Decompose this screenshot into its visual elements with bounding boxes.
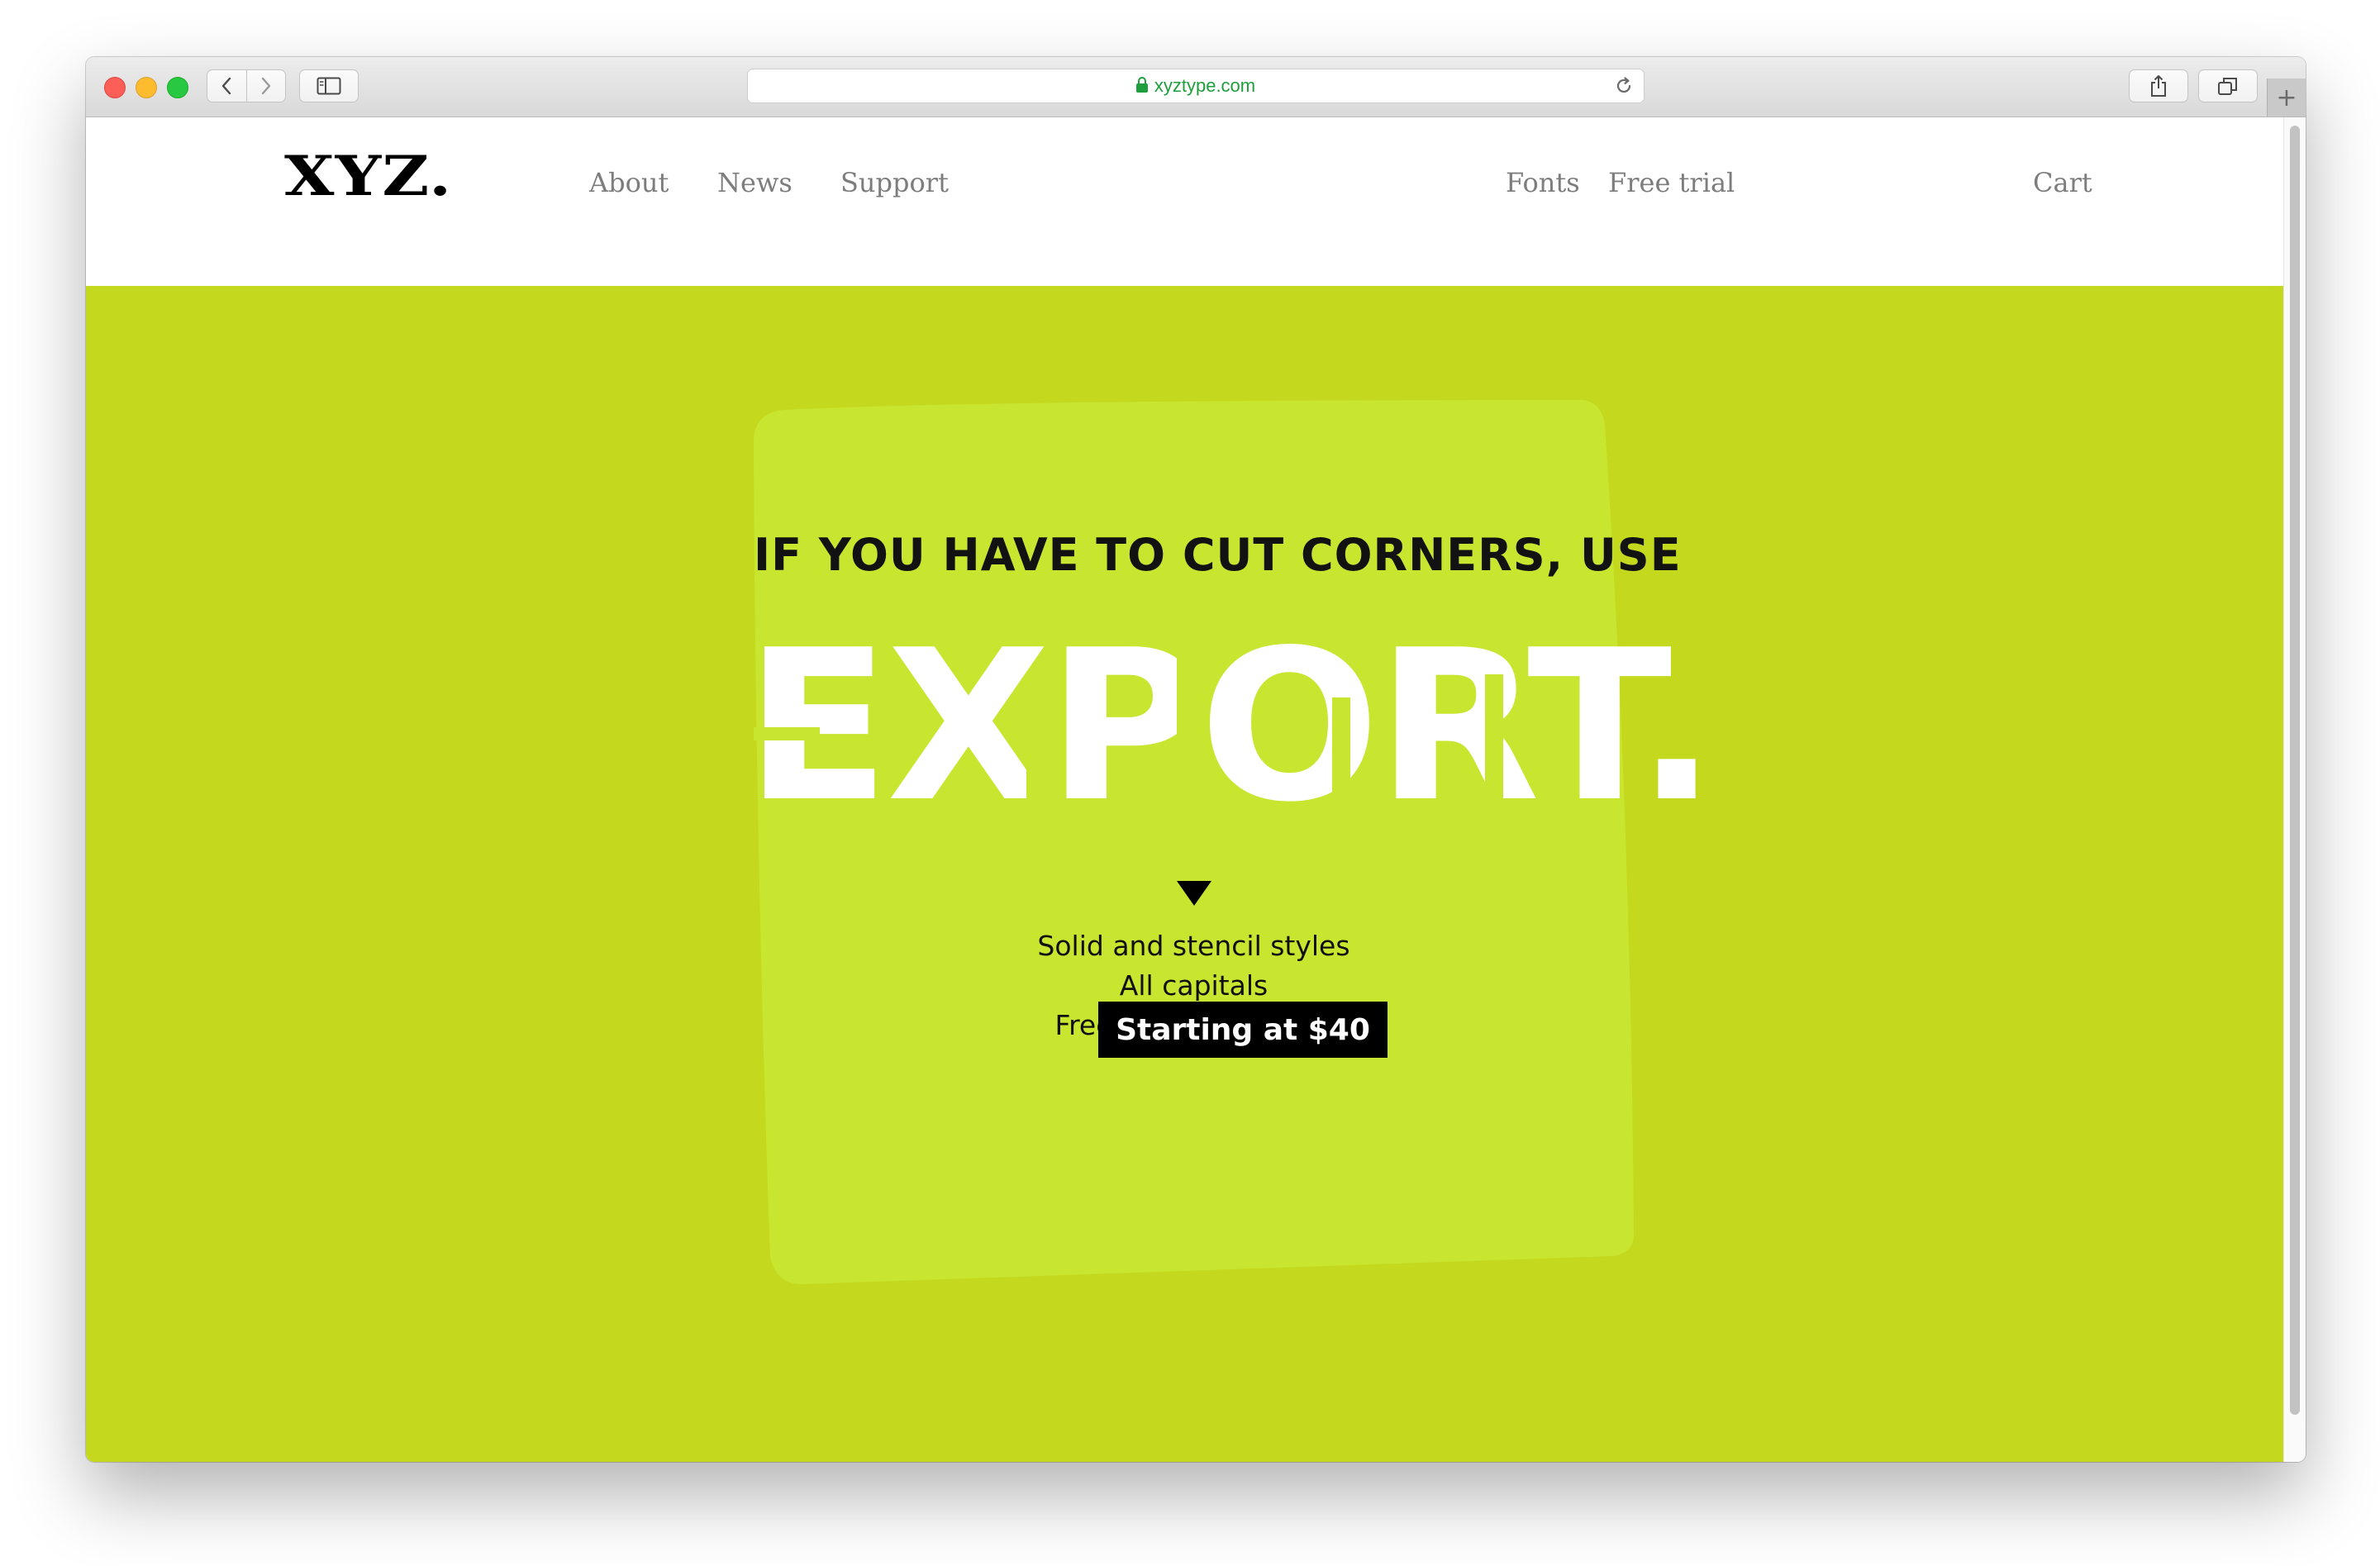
url-label: xyztype.com (1154, 75, 1256, 96)
close-window-button[interactable] (104, 77, 126, 98)
nav-link-news[interactable]: News (717, 167, 793, 198)
forward-button[interactable] (245, 70, 286, 102)
reload-icon (1616, 77, 1631, 93)
show-tabs-button[interactable] (2198, 69, 2258, 102)
browser-window: xyztype.com + XYZ. About News Support Fo… (86, 57, 2306, 1462)
chevron-left-icon (222, 77, 231, 95)
zoom-window-button[interactable] (167, 77, 188, 98)
nav-link-support[interactable]: Support (840, 167, 949, 198)
page-viewport: XYZ. About News Support Fonts Free trial… (86, 117, 2284, 1462)
stencil-gap (1332, 697, 1350, 838)
feature-item: Solid and stencil styles (1037, 930, 1350, 962)
screen: xyztype.com + XYZ. About News Support Fo… (0, 0, 2380, 1566)
lock-icon (1135, 76, 1148, 93)
nav-link-free-trial[interactable]: Free trial (1608, 167, 1735, 198)
new-tab-button[interactable]: + (2267, 79, 2306, 117)
hero-section: IF YOU HAVE TO CUT CORNERS, USE EXPORT. … (86, 286, 2284, 1462)
site-logo[interactable]: XYZ. (284, 144, 452, 208)
sidebar-toggle-button[interactable] (299, 69, 359, 102)
minimize-window-button[interactable] (136, 77, 157, 98)
browser-toolbar: xyztype.com + (86, 57, 2306, 117)
tabs-icon (2218, 78, 2237, 95)
history-nav (207, 69, 286, 102)
site-header: XYZ. About News Support Fonts Free trial… (86, 117, 2284, 294)
buy-button[interactable]: Starting at $40 (1098, 1002, 1388, 1058)
hero-card: IF YOU HAVE TO CUT CORNERS, USE EXPORT. … (745, 400, 1717, 1284)
feature-item: All capitals (1119, 969, 1269, 1002)
stencil-gap (1177, 640, 1195, 838)
stencil-gap (1026, 691, 1048, 840)
share-icon (2151, 75, 2166, 97)
nav-link-cart[interactable]: Cart (2033, 167, 2092, 198)
share-button[interactable] (2129, 69, 2188, 102)
stencil-gap (754, 727, 820, 740)
down-triangle-icon (1177, 881, 1211, 906)
nav-link-about[interactable]: About (589, 167, 669, 198)
back-button[interactable] (207, 70, 246, 102)
reload-button[interactable] (1612, 74, 1635, 98)
new-tab-label: + (2276, 83, 2297, 112)
address-text: xyztype.com (748, 69, 1644, 102)
stencil-gap (1485, 674, 1503, 840)
address-bar[interactable]: xyztype.com (747, 69, 1645, 103)
chevron-right-icon (261, 77, 270, 95)
nav-link-fonts[interactable]: Fonts (1506, 167, 1580, 198)
hero-tagline: IF YOU HAVE TO CUT CORNERS, USE (754, 529, 1682, 581)
sidebar-icon (317, 77, 341, 95)
page-scrollbar[interactable] (2283, 117, 2306, 1462)
scrollbar-thumb[interactable] (2290, 126, 2300, 1415)
